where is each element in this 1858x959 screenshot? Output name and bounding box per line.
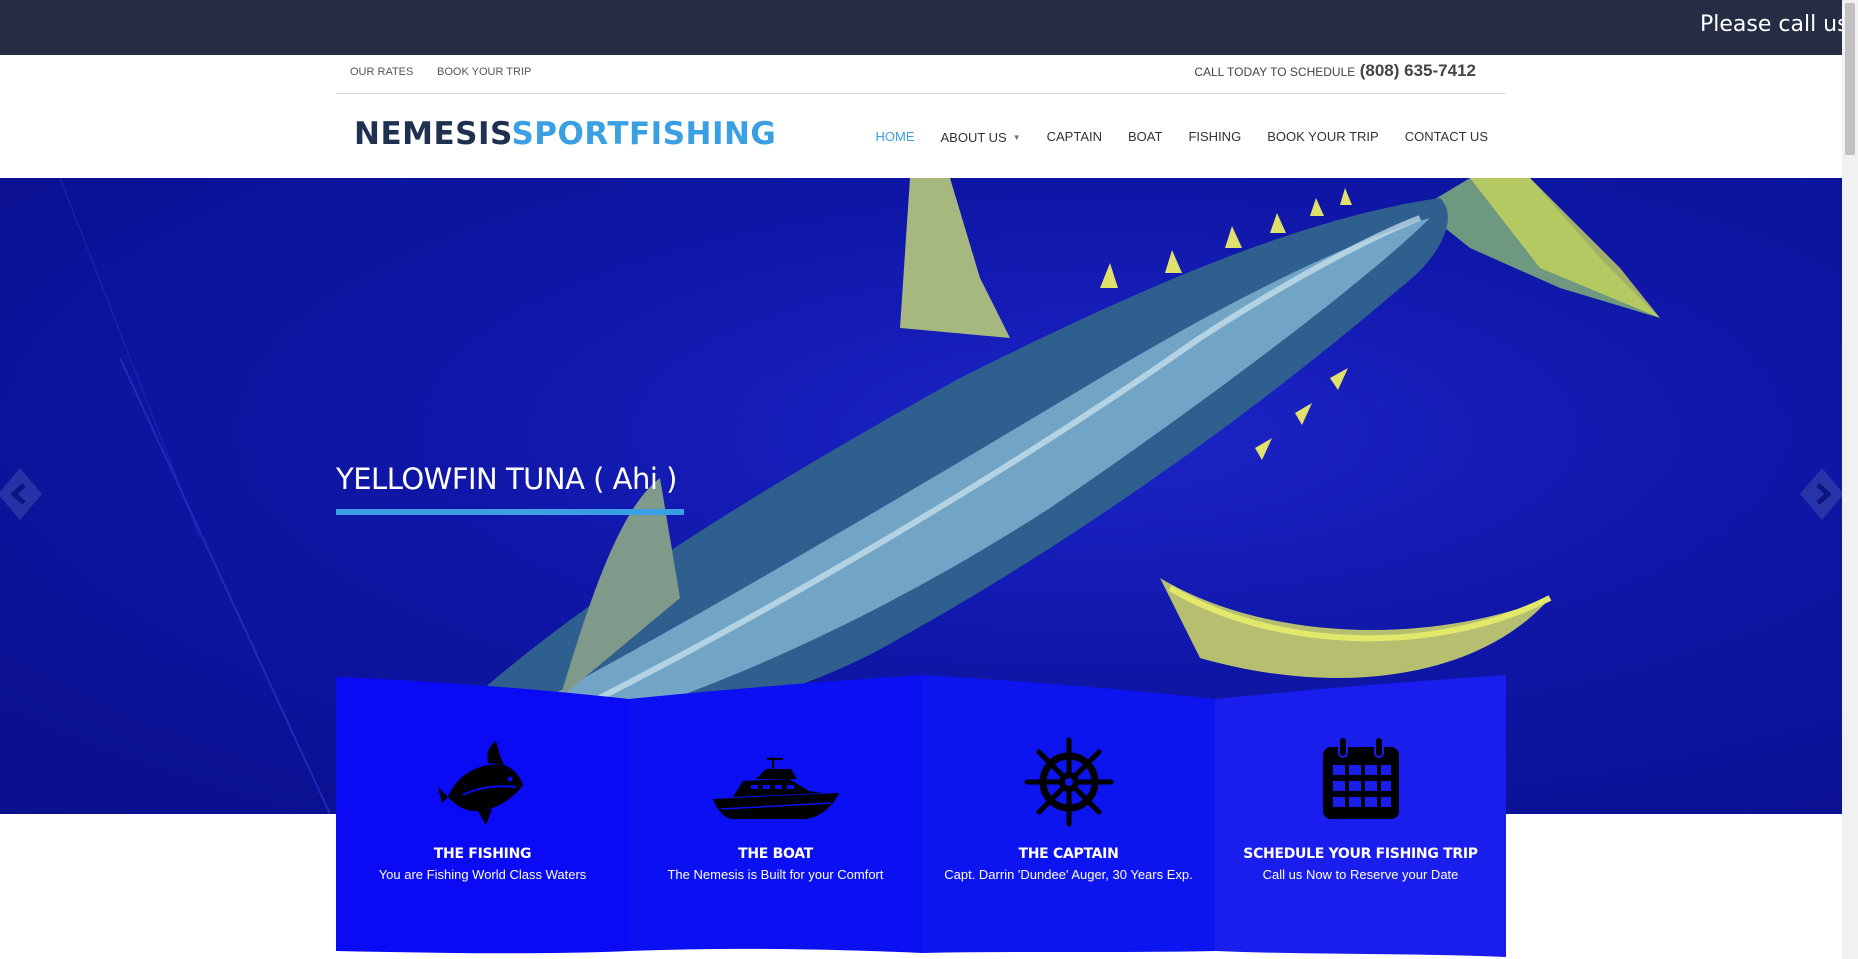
- site-header: NEMESISSPORTFISHING HOME ABOUT US ▼ CAPTA…: [336, 94, 1506, 178]
- slider-next-arrow[interactable]: [1800, 468, 1842, 520]
- feature-subtitle: Capt. Darrin 'Dundee' Auger, 30 Years Ex…: [944, 867, 1193, 882]
- site-logo[interactable]: NEMESISSPORTFISHING: [354, 116, 776, 152]
- nav-boat[interactable]: BOAT: [1128, 129, 1162, 147]
- feature-panel-boat[interactable]: THE BOAT The Nemesis is Built for your C…: [629, 675, 922, 959]
- scrollbar-thumb[interactable]: [1845, 3, 1855, 155]
- feature-panels: THE FISHING You are Fishing World Class …: [336, 675, 1506, 959]
- call-label: CALL TODAY TO SCHEDULE: [1194, 65, 1356, 79]
- hero-title: YELLOWFIN TUNA ( Ahi ): [336, 462, 678, 496]
- nav-about-us[interactable]: ABOUT US: [940, 130, 1006, 145]
- logo-part-sportfishing: SPORTFISHING: [511, 116, 777, 152]
- feature-panel-captain[interactable]: THE CAPTAIN Capt. Darrin 'Dundee' Auger,…: [922, 675, 1215, 959]
- phone-number[interactable]: (808) 635-7412: [1360, 61, 1476, 80]
- call-to-schedule: CALL TODAY TO SCHEDULE (808) 635-7412: [1194, 61, 1476, 81]
- feature-panel-schedule[interactable]: SCHEDULE YOUR FISHING TRIP Call us Now t…: [1215, 675, 1506, 959]
- chevron-down-icon: ▼: [1012, 133, 1021, 142]
- feature-title: THE BOAT: [738, 846, 813, 862]
- calendar-icon: [1322, 737, 1399, 819]
- feature-title: SCHEDULE YOUR FISHING TRIP: [1243, 846, 1478, 862]
- page-scrollbar[interactable]: [1842, 0, 1858, 959]
- book-your-trip-top-link[interactable]: BOOK YOUR TRIP: [437, 66, 531, 78]
- fish-icon: [437, 741, 523, 825]
- main-nav: HOME ABOUT US ▼ CAPTAIN BOAT FISHING BOOK…: [875, 129, 1488, 147]
- utility-bar: OUR RATES BOOK YOUR TRIP CALL TODAY TO S…: [336, 55, 1506, 94]
- feature-subtitle: Call us Now to Reserve your Date: [1262, 867, 1459, 882]
- nav-book-your-trip[interactable]: BOOK YOUR TRIP: [1267, 129, 1379, 147]
- slider-prev-arrow[interactable]: [0, 468, 42, 520]
- announcement-text: Please call us d: [1700, 12, 1842, 37]
- ship-wheel-icon: [1024, 737, 1113, 827]
- nav-captain[interactable]: CAPTAIN: [1047, 129, 1102, 147]
- our-rates-link[interactable]: OUR RATES: [350, 66, 413, 78]
- announcement-bar: Please call us d: [0, 0, 1842, 55]
- nav-about-us-wrapper[interactable]: ABOUT US ▼: [940, 129, 1020, 147]
- boat-icon: [712, 757, 839, 819]
- nav-home[interactable]: HOME: [875, 129, 914, 147]
- nav-fishing[interactable]: FISHING: [1188, 129, 1241, 147]
- logo-part-nemesis: NEMESIS: [354, 116, 512, 152]
- feature-panel-fishing[interactable]: THE FISHING You are Fishing World Class …: [336, 675, 629, 959]
- feature-subtitle: The Nemesis is Built for your Comfort: [667, 867, 884, 882]
- feature-subtitle: You are Fishing World Class Waters: [378, 867, 587, 882]
- feature-title: THE CAPTAIN: [1018, 846, 1119, 862]
- hero-title-underline: [336, 509, 684, 515]
- nav-contact-us[interactable]: CONTACT US: [1405, 129, 1488, 147]
- feature-title: THE FISHING: [433, 846, 532, 862]
